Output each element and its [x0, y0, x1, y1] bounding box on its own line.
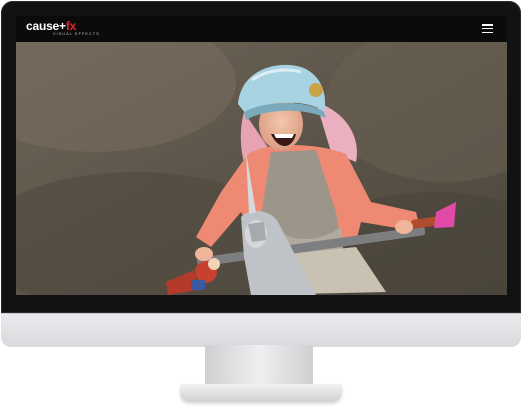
desktop-monitor: cause+fx VISUAL EFFECTS	[1, 1, 521, 347]
hamburger-menu-icon[interactable]	[482, 24, 493, 34]
hero-image	[16, 42, 507, 295]
site-navbar: cause+fx VISUAL EFFECTS	[16, 16, 507, 42]
logo-tagline: VISUAL EFFECTS	[53, 32, 100, 36]
monitor-stand-neck	[205, 345, 313, 385]
site-logo[interactable]: cause+fx VISUAL EFFECTS	[26, 20, 100, 40]
monitor-chin	[1, 313, 521, 347]
monitor-stand-base	[180, 384, 342, 402]
logo-wordmark: cause+fx	[26, 19, 77, 33]
monitor-screen: cause+fx VISUAL EFFECTS	[16, 16, 507, 295]
